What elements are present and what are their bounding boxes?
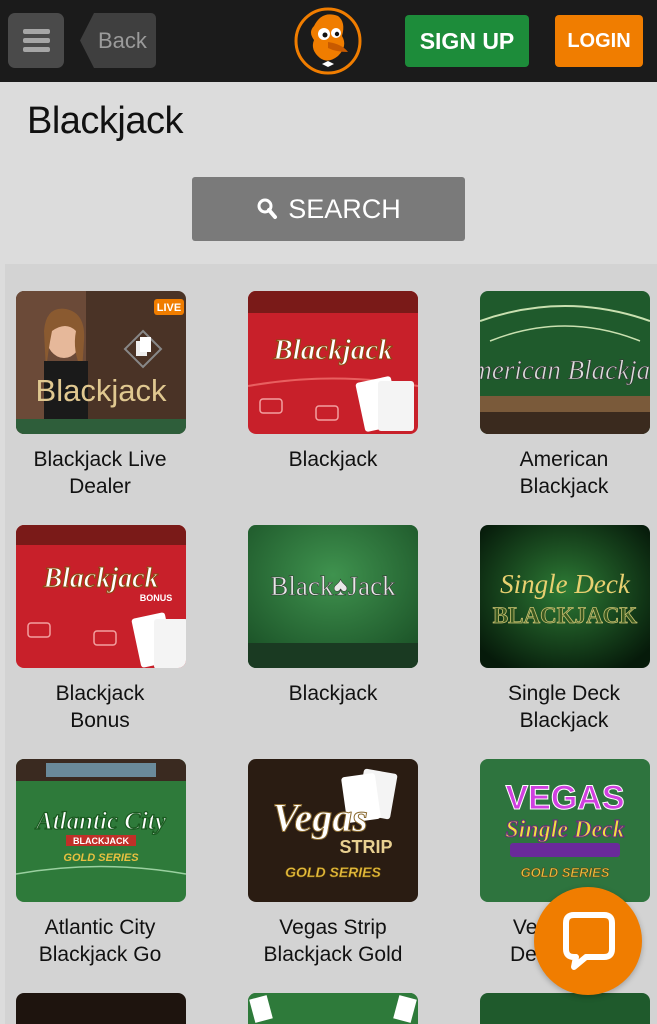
game-label-line: American xyxy=(519,448,609,471)
thumb-title: American Blackjack xyxy=(480,355,650,385)
game-label[interactable]: Blackjack Live Dealer xyxy=(0,446,200,500)
thumb-subtitle: STRIP xyxy=(339,837,392,857)
menu-button[interactable] xyxy=(8,13,64,68)
live-badge: LIVE xyxy=(157,302,181,314)
game-label-line: Single Deck xyxy=(507,682,621,705)
game-label[interactable]: Blackjack Bonus xyxy=(0,680,200,734)
game-label-line: Blackjack xyxy=(519,709,609,732)
login-button[interactable]: LOGIN xyxy=(555,15,643,67)
game-label-line: Blackjack xyxy=(288,448,378,471)
game-thumbnail-partial[interactable] xyxy=(16,993,186,1024)
thumb-title: Atlantic City xyxy=(34,808,167,835)
game-thumbnail-blackjack-live-dealer[interactable]: LIVE Blackjack xyxy=(16,291,186,434)
thumb-subtitle: Single Deck xyxy=(505,817,624,843)
thumb-title: Black♠Jack xyxy=(270,571,396,601)
top-bar: Back SIGN UP LOGIN xyxy=(0,0,657,82)
thumb-title: Vegas xyxy=(272,795,368,840)
thumb-subtitle: BONUS xyxy=(140,593,173,603)
game-label-line: Blackjack Gold xyxy=(263,943,403,966)
game-thumbnail-vegas-strip-blackjack[interactable]: Vegas STRIP GOLD SERIES xyxy=(248,759,418,902)
game-label[interactable]: Atlantic City Blackjack Go xyxy=(0,914,200,968)
game-label-line: Blackjack xyxy=(288,682,378,705)
game-thumbnail-blackjack-classic[interactable]: Black♠Jack xyxy=(248,525,418,668)
game-label[interactable]: Vegas Strip Blackjack Gold xyxy=(233,914,433,968)
thumb-title: Blackjack xyxy=(272,334,393,366)
game-label-line: Bonus xyxy=(70,709,130,732)
thumb-series: GOLD SERIES xyxy=(521,865,610,880)
thumb-subtitle: BLACKJACK xyxy=(493,603,638,628)
game-label[interactable]: Single Deck Blackjack xyxy=(464,680,657,734)
thumb-title: Blackjack xyxy=(42,563,158,594)
thumb-series: GOLD SERIES xyxy=(285,864,381,880)
menu-icon-bar xyxy=(23,29,50,34)
game-label[interactable]: Blackjack xyxy=(233,446,433,473)
game-label-line: Dealer xyxy=(69,475,131,498)
chat-button[interactable] xyxy=(534,887,642,995)
thumb-series: GOLD SERIES xyxy=(63,852,139,864)
game-thumbnail-american-blackjack[interactable]: American Blackjack xyxy=(480,291,650,434)
search-icon xyxy=(257,198,278,219)
game-label-line: Blackjack xyxy=(519,475,609,498)
game-label-line: Blackjack Live xyxy=(33,448,167,471)
game-label-line: Blackjack xyxy=(55,682,145,705)
game-thumbnail-atlantic-city-blackjack[interactable]: Atlantic City BLACKJACK GOLD SERIES xyxy=(16,759,186,902)
chat-icon xyxy=(563,912,615,970)
game-label[interactable]: Blackjack xyxy=(233,680,433,707)
thumb-title: Single Deck xyxy=(500,569,631,599)
menu-icon-bar xyxy=(23,47,50,52)
game-label-line: Vegas Strip xyxy=(279,916,387,939)
thumb-title: Blackjack xyxy=(36,373,167,408)
back-label: Back xyxy=(98,28,147,53)
thumb-subtitle: BLACKJACK xyxy=(73,836,130,846)
game-label-line: Atlantic City xyxy=(44,916,156,939)
search-button[interactable]: SEARCH xyxy=(192,177,465,241)
game-label[interactable]: American Blackjack xyxy=(464,446,657,500)
menu-icon-bar xyxy=(23,38,50,43)
game-thumbnail-single-deck-blackjack[interactable]: Single Deck BLACKJACK xyxy=(480,525,650,668)
game-thumbnail-partial[interactable] xyxy=(480,993,650,1024)
game-label-line: Blackjack Go xyxy=(38,943,162,966)
sign-up-button[interactable]: SIGN UP xyxy=(405,15,529,67)
logo-mascot-icon[interactable] xyxy=(292,6,364,76)
game-thumbnail-blackjack-bonus[interactable]: Blackjack BONUS xyxy=(16,525,186,668)
game-thumbnail-vegas-single-deck-blackjack[interactable]: VEGAS Single Deck GOLD SERIES xyxy=(480,759,650,902)
search-label: SEARCH xyxy=(288,193,401,224)
game-thumbnail-blackjack[interactable]: Blackjack xyxy=(248,291,418,434)
game-thumbnail-partial[interactable] xyxy=(248,993,418,1024)
thumb-title: VEGAS xyxy=(505,779,624,817)
back-button[interactable]: Back xyxy=(80,13,156,68)
page-title: Blackjack xyxy=(27,100,184,142)
